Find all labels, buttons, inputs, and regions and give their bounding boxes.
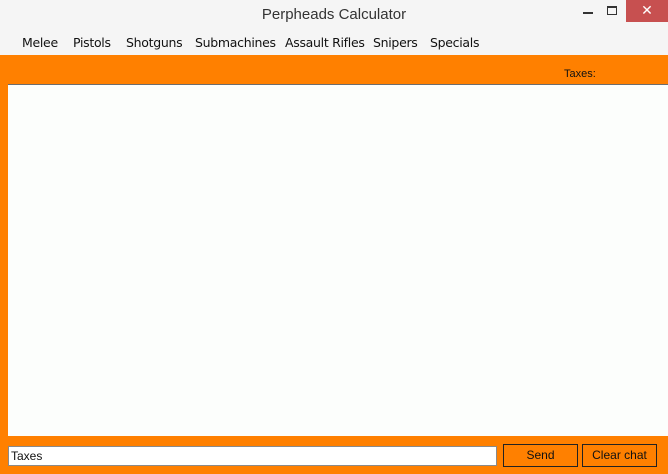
maximize-icon xyxy=(607,6,617,15)
menu-item-snipers[interactable]: Snipers xyxy=(373,35,418,50)
menu-item-submachines[interactable]: Submachines xyxy=(195,35,276,50)
taxes-label: Taxes: xyxy=(564,68,596,80)
menu-bar: Melee Pistols Shotguns Submachines Assau… xyxy=(0,31,668,55)
maximize-button[interactable] xyxy=(598,0,626,22)
clear-chat-button[interactable]: Clear chat xyxy=(582,444,657,467)
chat-input[interactable] xyxy=(8,446,497,466)
close-icon: ✕ xyxy=(641,2,653,18)
window-title: Perpheads Calculator xyxy=(261,6,407,23)
close-button[interactable]: ✕ xyxy=(626,0,668,22)
menu-item-melee[interactable]: Melee xyxy=(22,35,58,50)
menu-item-pistols[interactable]: Pistols xyxy=(73,35,111,50)
title-bar: Perpheads Calculator ✕ xyxy=(0,0,668,31)
menu-item-assault-rifles[interactable]: Assault Rifles xyxy=(285,35,365,50)
minimize-icon xyxy=(583,12,593,14)
menu-item-specials[interactable]: Specials xyxy=(430,35,479,50)
chat-output[interactable] xyxy=(8,84,668,436)
menu-item-shotguns[interactable]: Shotguns xyxy=(126,35,183,50)
send-button[interactable]: Send xyxy=(503,444,578,467)
